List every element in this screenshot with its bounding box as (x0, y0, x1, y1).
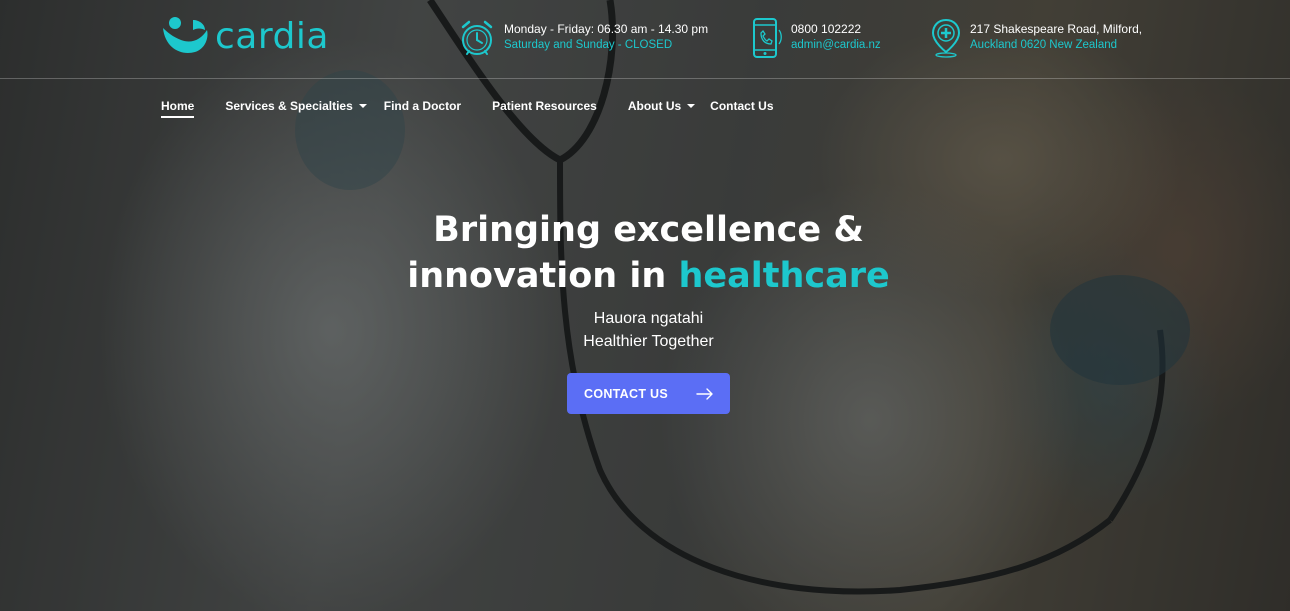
hours-weekday: Monday - Friday: 06.30 am - 14.30 pm (504, 22, 709, 36)
chevron-down-icon (358, 104, 367, 108)
address-street: 217 Shakespeare Road, Milford, (970, 22, 1143, 36)
hero-headline: Bringing excellence & innovation in heal… (0, 207, 1290, 299)
top-header: cardia Monday - Friday: 06.30 am - 14.30… (0, 0, 1290, 79)
brand-logo[interactable]: cardia (161, 14, 329, 58)
nav-patient-resources-label: Patient Resources (492, 99, 597, 113)
nav-services-label: Services & Specialties (225, 99, 353, 113)
address-city: Auckland 0620 New Zealand (970, 39, 1118, 51)
hero-overlay (0, 0, 1290, 611)
smile-figure-icon (163, 17, 208, 53)
nav-home-label: Home (161, 99, 195, 113)
headline-accent: healthcare (678, 256, 890, 296)
brand-name: cardia (215, 15, 329, 57)
nav-find-doctor[interactable]: Find a Doctor (384, 99, 461, 113)
contact-us-button[interactable]: CONTACT US (567, 373, 730, 414)
nav-contact[interactable]: Contact Us (710, 99, 773, 113)
nav-home[interactable]: Home (161, 99, 195, 118)
nav-contact-label: Contact Us (710, 99, 774, 113)
headline-line1: Bringing excellence & (433, 210, 864, 250)
address-info: 217 Shakespeare Road, Milford, Auckland … (930, 18, 1142, 58)
nav-services[interactable]: Services & Specialties (225, 99, 367, 113)
headline-line2-prefix: innovation in (407, 256, 679, 296)
main-nav: Home Services & Specialties Find a Docto… (161, 95, 805, 118)
chevron-down-icon (687, 104, 696, 108)
nav-find-doctor-label: Find a Doctor (383, 99, 462, 113)
arrow-right-icon (696, 387, 713, 400)
alarm-clock-icon (461, 20, 493, 55)
contact-info: 0800 102222 admin@cardia.nz (751, 18, 881, 58)
hours-weekend: Saturday and Sunday - CLOSED (504, 39, 673, 51)
phone-number[interactable]: 0800 102222 (791, 21, 881, 37)
map-pin-medical-icon (931, 18, 961, 58)
hero-subtitle: Hauora ngatahi Healthier Together (0, 307, 1290, 353)
nav-patient-resources[interactable]: Patient Resources (492, 99, 597, 113)
nav-about-label: About Us (627, 99, 682, 113)
opening-hours: Monday - Friday: 06.30 am - 14.30 pm Sat… (458, 18, 708, 58)
phone-icon (753, 18, 782, 58)
email-link[interactable]: admin@cardia.nz (791, 37, 881, 53)
nav-about[interactable]: About Us (627, 99, 696, 113)
subtitle-line1: Hauora ngatahi (593, 310, 704, 327)
subtitle-line2: Healthier Together (583, 333, 714, 350)
contact-us-button-label: CONTACT US (584, 386, 669, 401)
